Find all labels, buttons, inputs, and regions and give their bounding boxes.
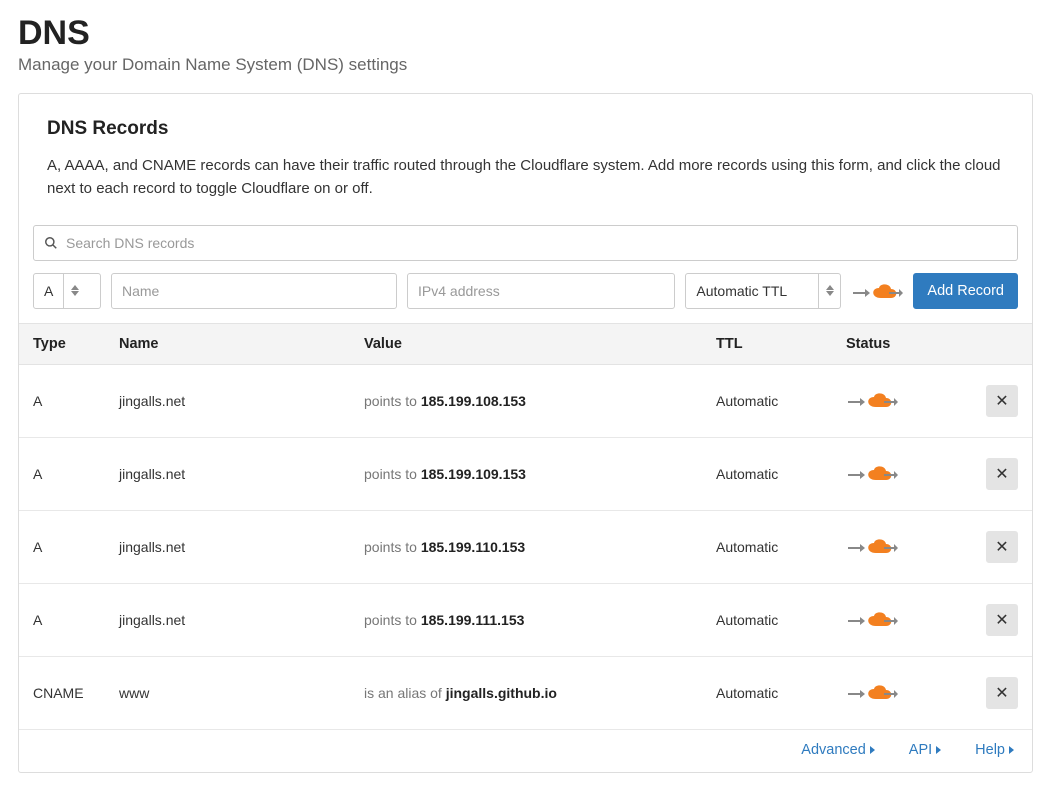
record-ttl-select[interactable]: Automatic TTL: [685, 273, 841, 309]
table-row[interactable]: Ajingalls.netpoints to 185.199.108.153Au…: [19, 364, 1032, 437]
add-record-form: A Automatic TTL: [33, 273, 1018, 309]
chevron-right-icon: [1009, 746, 1014, 754]
cell-value: is an alias of jingalls.github.io: [354, 656, 706, 729]
dns-records-table: Type Name Value TTL Status Ajingalls.net…: [19, 323, 1032, 730]
table-row[interactable]: CNAMEwwwis an alias of jingalls.github.i…: [19, 656, 1032, 729]
chevron-right-icon: [870, 746, 875, 754]
cell-value: points to 185.199.109.153: [354, 437, 706, 510]
cell-actions: ✕: [976, 656, 1032, 729]
proxy-toggle[interactable]: [846, 459, 898, 487]
table-row[interactable]: Ajingalls.netpoints to 185.199.109.153Au…: [19, 437, 1032, 510]
delete-record-button[interactable]: ✕: [986, 458, 1018, 490]
cell-actions: ✕: [976, 510, 1032, 583]
col-header-ttl: TTL: [706, 323, 836, 364]
cell-type: A: [19, 510, 109, 583]
api-link[interactable]: API: [909, 742, 941, 758]
cell-type: A: [19, 364, 109, 437]
add-record-button[interactable]: Add Record: [913, 273, 1018, 309]
table-row[interactable]: Ajingalls.netpoints to 185.199.110.153Au…: [19, 510, 1032, 583]
cell-type: CNAME: [19, 656, 109, 729]
col-header-value: Value: [354, 323, 706, 364]
delete-record-button[interactable]: ✕: [986, 385, 1018, 417]
cell-actions: ✕: [976, 583, 1032, 656]
proxy-toggle[interactable]: [846, 386, 898, 414]
stepper-icon: [818, 274, 840, 308]
cell-name: jingalls.net: [109, 364, 354, 437]
cell-ttl: Automatic: [706, 364, 836, 437]
cell-ttl: Automatic: [706, 583, 836, 656]
card-title: DNS Records: [47, 118, 1004, 140]
cell-name: jingalls.net: [109, 437, 354, 510]
cell-actions: ✕: [976, 364, 1032, 437]
delete-record-button[interactable]: ✕: [986, 531, 1018, 563]
dns-records-card: DNS Records A, AAAA, and CNAME records c…: [18, 93, 1033, 773]
delete-record-button[interactable]: ✕: [986, 604, 1018, 636]
proxy-toggle[interactable]: [846, 605, 898, 633]
cell-type: A: [19, 437, 109, 510]
table-row[interactable]: Ajingalls.netpoints to 185.199.111.153Au…: [19, 583, 1032, 656]
col-header-type: Type: [19, 323, 109, 364]
cell-status: [836, 583, 976, 656]
proxy-toggle[interactable]: [846, 678, 898, 706]
cell-status: [836, 437, 976, 510]
proxy-toggle[interactable]: [846, 532, 898, 560]
cell-status: [836, 364, 976, 437]
record-value-field[interactable]: [407, 273, 675, 309]
page-title: DNS: [18, 14, 1033, 53]
cell-value: points to 185.199.108.153: [354, 364, 706, 437]
cell-ttl: Automatic: [706, 510, 836, 583]
cell-value: points to 185.199.111.153: [354, 583, 706, 656]
chevron-right-icon: [936, 746, 941, 754]
search-input[interactable]: [66, 235, 1007, 251]
cell-name: www: [109, 656, 354, 729]
search-input-container[interactable]: [33, 225, 1018, 261]
cell-actions: ✕: [976, 437, 1032, 510]
proxy-toggle[interactable]: [851, 277, 903, 305]
col-header-name: Name: [109, 323, 354, 364]
cell-status: [836, 656, 976, 729]
delete-record-button[interactable]: ✕: [986, 677, 1018, 709]
page-subtitle: Manage your Domain Name System (DNS) set…: [18, 55, 1033, 75]
help-link[interactable]: Help: [975, 742, 1014, 758]
search-icon: [44, 236, 58, 250]
card-footer-links: Advanced API Help: [19, 730, 1032, 772]
stepper-icon: [63, 274, 85, 308]
record-ttl-value: Automatic TTL: [686, 283, 818, 299]
col-header-status: Status: [836, 323, 976, 364]
cell-name: jingalls.net: [109, 510, 354, 583]
cell-value: points to 185.199.110.153: [354, 510, 706, 583]
card-description: A, AAAA, and CNAME records can have thei…: [47, 154, 1004, 201]
cloud-proxied-icon: [851, 279, 903, 303]
record-type-select[interactable]: A: [33, 273, 101, 309]
advanced-link[interactable]: Advanced: [801, 742, 875, 758]
cell-ttl: Automatic: [706, 656, 836, 729]
record-type-value: A: [34, 283, 63, 299]
cell-ttl: Automatic: [706, 437, 836, 510]
cell-status: [836, 510, 976, 583]
cell-name: jingalls.net: [109, 583, 354, 656]
col-header-actions: [976, 323, 1032, 364]
record-name-input[interactable]: [112, 283, 396, 299]
cell-type: A: [19, 583, 109, 656]
record-name-field[interactable]: [111, 273, 397, 309]
record-value-input[interactable]: [408, 283, 674, 299]
